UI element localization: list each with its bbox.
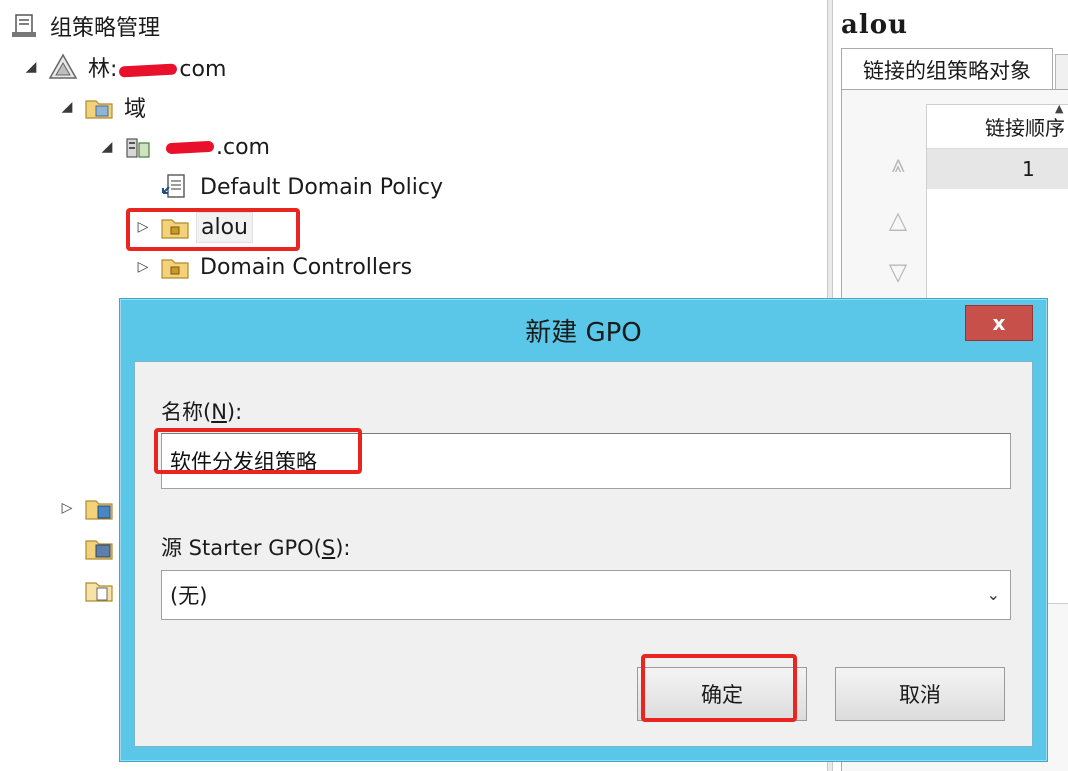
tree-item-default-domain-policy[interactable]: Default Domain Policy — [160, 169, 447, 205]
source-label-prefix: 源 Starter GPO( — [161, 536, 322, 560]
tree-item-hidden-3[interactable] — [84, 572, 120, 608]
tree-item-label: 域 — [124, 97, 147, 122]
column-header-label: 链接顺序 — [985, 116, 1065, 140]
ou-folder-icon — [161, 259, 189, 279]
source-label-suffix: ): — [335, 536, 351, 560]
tree-item-domain[interactable]: ◢ .com — [98, 129, 274, 165]
gpo-folder-icon — [85, 500, 113, 520]
tree-item-forest[interactable]: ◢ 林: com — [22, 49, 230, 85]
move-down-icon[interactable]: ▽ — [882, 258, 914, 288]
move-up-icon[interactable]: △ — [882, 206, 914, 236]
source-label: 源 Starter GPO(S): — [161, 532, 351, 562]
forest-suffix: com — [179, 57, 227, 82]
column-header-link-order[interactable]: 链接顺序 ▲ — [927, 102, 1068, 149]
table-row[interactable]: 1 — [927, 149, 1068, 189]
name-label-prefix: 名称( — [161, 400, 212, 424]
tree-item-hidden-2[interactable] — [84, 530, 120, 566]
tree-item-label: Default Domain Policy — [200, 174, 444, 200]
sort-up-icon: ▲ — [1055, 102, 1064, 115]
name-input[interactable] — [161, 433, 1011, 489]
domain-icon — [126, 138, 150, 158]
domains-folder-icon — [85, 100, 113, 119]
expand-arrow-icon[interactable]: ▷ — [134, 219, 152, 235]
ou-folder-icon — [161, 219, 189, 239]
tree-item-root[interactable]: 组策略管理 — [10, 8, 164, 44]
tree-item-label: alou — [196, 211, 253, 243]
collapse-arrow-icon[interactable]: ◢ — [58, 99, 76, 115]
wmi-filter-icon — [85, 540, 113, 560]
gpo-link-icon — [162, 174, 185, 198]
tree-item-label: 组策略管理 — [50, 16, 161, 41]
close-button[interactable]: x — [965, 305, 1033, 341]
source-label-accesskey: S — [321, 536, 336, 560]
name-label: 名称(N): — [161, 396, 242, 426]
tree-item-hidden-1[interactable]: ▷ — [58, 490, 120, 526]
cancel-button[interactable]: 取消 — [835, 667, 1005, 721]
tree-item-alou[interactable]: ▷ alou — [134, 209, 253, 245]
dialog-body: 名称(N): 源 Starter GPO(S): (无) ⌄ 确定 取消 — [134, 361, 1033, 747]
domain-suffix: .com — [216, 134, 270, 160]
forest-prefix: 林: — [88, 57, 118, 82]
dialog-title: 新建 GPO — [525, 317, 642, 348]
tree-item-label: 林: com — [84, 49, 230, 85]
gpm-console-icon — [12, 14, 36, 37]
expand-arrow-icon[interactable]: ▷ — [58, 500, 76, 516]
starter-gpo-folder-icon — [85, 582, 113, 602]
select-value: (无) — [170, 584, 208, 608]
ok-button[interactable]: 确定 — [637, 667, 807, 721]
collapse-arrow-icon[interactable]: ◢ — [98, 139, 116, 155]
tree-item-label: .com — [160, 133, 274, 162]
tree-item-domains[interactable]: ◢ 域 — [58, 89, 150, 125]
source-starter-gpo-select[interactable]: (无) ⌄ — [161, 570, 1011, 620]
move-top-icon[interactable]: ⩓ — [882, 150, 914, 180]
tree-item-domain-controllers[interactable]: ▷ Domain Controllers — [134, 249, 416, 285]
redaction-mark — [165, 140, 215, 155]
name-label-suffix: ): — [226, 400, 243, 424]
collapse-arrow-icon[interactable]: ◢ — [22, 59, 40, 75]
tab-next[interactable] — [1055, 54, 1068, 90]
new-gpo-dialog: 新建 GPO x 名称(N): 源 Starter GPO(S): (无) ⌄ … — [119, 298, 1048, 762]
details-title: alou — [841, 10, 908, 40]
forest-icon — [48, 53, 78, 79]
tab-linked-gpos[interactable]: 链接的组策略对象 — [841, 48, 1053, 90]
chevron-down-icon[interactable]: ⌄ — [987, 585, 1000, 604]
tree-item-label: Domain Controllers — [200, 254, 413, 280]
redaction-mark — [119, 62, 178, 78]
name-label-accesskey: N — [211, 400, 227, 424]
link-order-value: 1 — [1022, 157, 1035, 181]
expand-arrow-icon[interactable]: ▷ — [134, 259, 152, 275]
